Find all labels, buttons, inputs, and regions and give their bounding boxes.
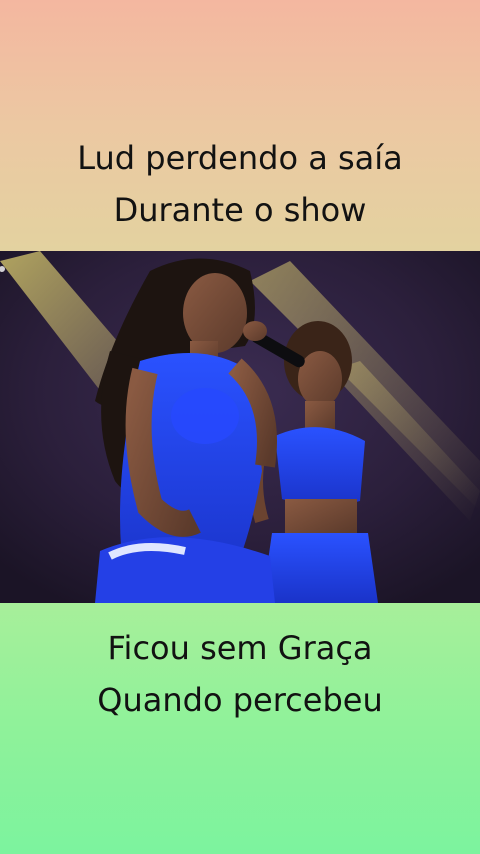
video-frame[interactable] (0, 251, 480, 603)
top-caption-line-1: Lud perdendo a saía (77, 139, 403, 177)
top-caption: Lud perdendo a saía Durante o show (0, 132, 480, 236)
top-caption-line-2: Durante o show (113, 191, 367, 229)
concert-video-image (0, 251, 480, 603)
bottom-caption-panel: Ficou sem Graça Quando percebeu (0, 603, 480, 854)
bottom-caption-line-1: Ficou sem Graça (107, 629, 373, 667)
top-caption-panel: Lud perdendo a saía Durante o show (0, 0, 480, 251)
bottom-caption: Ficou sem Graça Quando percebeu (0, 622, 480, 726)
bottom-caption-line-2: Quando percebeu (97, 681, 383, 719)
